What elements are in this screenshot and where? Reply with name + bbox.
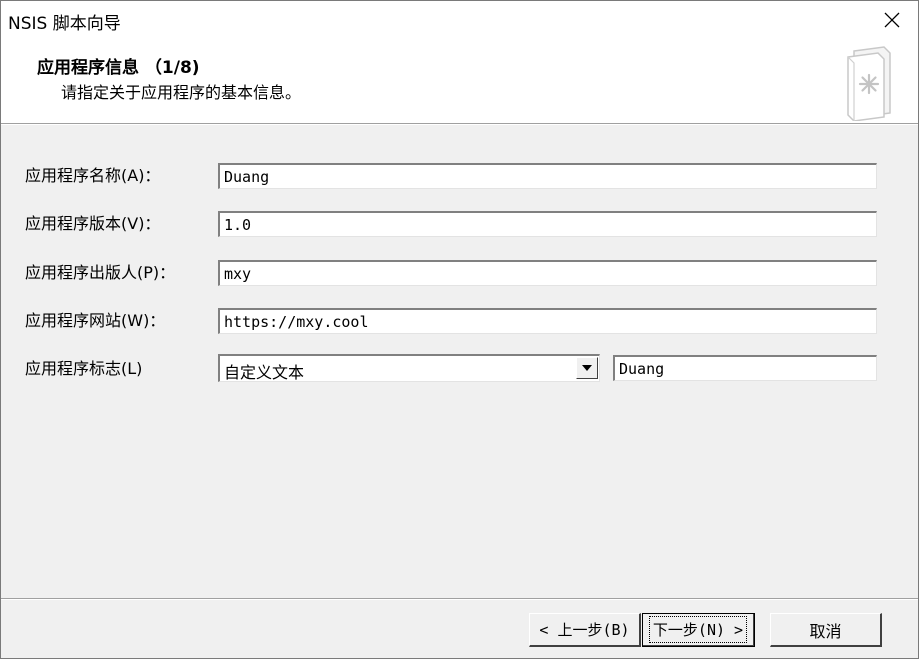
footer-divider-highlight bbox=[1, 599, 918, 600]
app-version-input[interactable] bbox=[218, 211, 877, 237]
app-name-input[interactable] bbox=[218, 163, 877, 189]
app-publisher-label: 应用程序出版人(P)： bbox=[25, 263, 176, 282]
app-name-label: 应用程序名称(A)： bbox=[25, 166, 161, 185]
dropdown-button[interactable] bbox=[576, 357, 598, 379]
app-website-input[interactable] bbox=[218, 308, 877, 334]
title-bar: NSIS 脚本向导 bbox=[1, 1, 918, 39]
next-button-label: 下一步(N) > bbox=[648, 616, 748, 643]
close-button[interactable] bbox=[870, 3, 914, 37]
cancel-button-label: 取消 bbox=[809, 621, 842, 641]
page-title: 应用程序信息 （1/8) bbox=[37, 58, 200, 78]
app-brand-label: 应用程序标志(L) bbox=[25, 359, 143, 378]
page-header: 应用程序信息 （1/8) 请指定关于应用程序的基本信息。 bbox=[1, 39, 918, 124]
chevron-down-icon bbox=[582, 365, 592, 371]
app-publisher-input[interactable] bbox=[218, 260, 877, 286]
back-button[interactable]: < 上一步(B) bbox=[529, 613, 641, 647]
wizard-window: NSIS 脚本向导 应用程序信息 （1/8) 请指定关于应用程序的基本信息。 应… bbox=[0, 0, 919, 659]
app-version-label: 应用程序版本(V)： bbox=[25, 214, 161, 233]
app-website-label: 应用程序网站(W)： bbox=[25, 311, 166, 330]
wizard-page-icon bbox=[847, 46, 891, 121]
page-subtitle: 请指定关于应用程序的基本信息。 bbox=[61, 83, 302, 102]
close-icon bbox=[884, 12, 900, 28]
next-button[interactable]: 下一步(N) > bbox=[642, 613, 755, 647]
brand-text-input[interactable] bbox=[613, 355, 877, 381]
cancel-button[interactable]: 取消 bbox=[770, 613, 882, 647]
header-divider bbox=[1, 124, 918, 125]
window-title: NSIS 脚本向导 bbox=[8, 14, 121, 34]
brand-type-selected: 自定义文本 bbox=[224, 363, 305, 382]
back-button-label: < 上一步(B) bbox=[539, 621, 630, 639]
brand-type-dropdown[interactable]: 自定义文本 bbox=[218, 354, 600, 382]
